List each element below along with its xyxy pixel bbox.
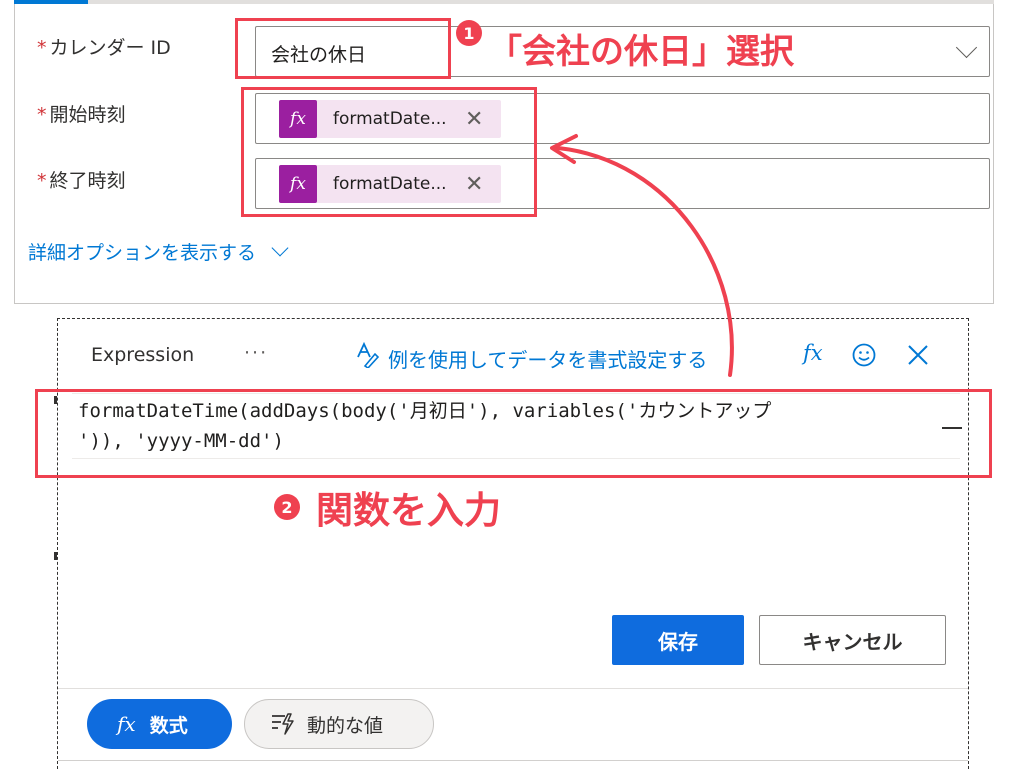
dynamic-content-icon — [272, 713, 294, 735]
panel-edge-mark — [54, 552, 57, 560]
annotation-arrow — [550, 134, 734, 377]
format-data-icon — [357, 342, 379, 368]
save-button[interactable]: 保存 — [612, 615, 744, 665]
chevron-down-icon — [271, 239, 289, 256]
tab-expression[interactable]: fx 数式 — [87, 699, 232, 749]
annotation-text-2: 関数を入力 — [316, 489, 501, 532]
annotation-box-tokens — [241, 87, 537, 217]
chevron-down-icon — [955, 36, 978, 59]
annotation-badge-2: 2 — [274, 494, 300, 520]
cancel-button[interactable]: キャンセル — [759, 615, 946, 665]
annotation-badge-1: 1 — [456, 20, 482, 46]
panel-divider — [58, 688, 968, 689]
close-icon[interactable] — [906, 343, 930, 367]
end-time-label: * 終了時刻 — [37, 170, 126, 192]
annotation-box-expression — [35, 389, 992, 478]
annotation-box-calendar — [235, 18, 451, 79]
panel-bottom-border — [58, 760, 968, 761]
fx-icon: fx — [117, 712, 136, 736]
calendar-id-label: * カレンダー ID — [37, 37, 171, 59]
smile-icon[interactable] — [852, 343, 876, 367]
start-time-label: * 開始時刻 — [37, 104, 126, 126]
expression-title: Expression — [91, 344, 195, 366]
show-advanced-options-link[interactable]: 詳細オプションを表示する — [28, 238, 289, 265]
fx-icon[interactable]: fx — [803, 341, 823, 365]
tab-dynamic-content[interactable]: 動的な値 — [244, 699, 434, 749]
more-options-icon[interactable]: ··· — [244, 342, 268, 364]
annotation-text-1: 「会社の休日」選択 — [488, 32, 794, 72]
